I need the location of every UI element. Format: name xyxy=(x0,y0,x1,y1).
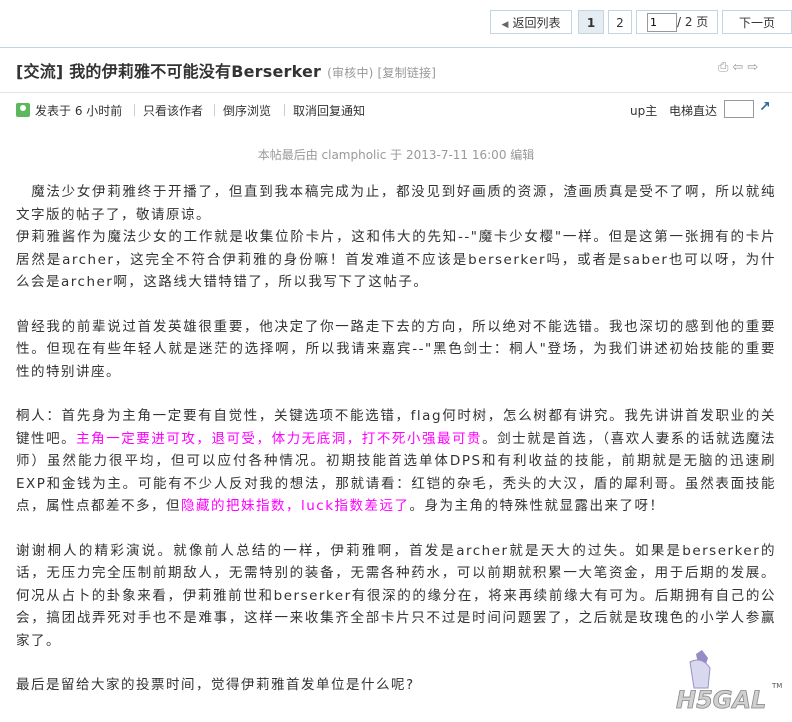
page-1-button[interactable]: 1 xyxy=(578,10,604,34)
post-time: 发表于 6 小时前 xyxy=(35,104,123,118)
status-badge: (审核中) xyxy=(327,66,374,80)
copy-link[interactable]: [复制链接] xyxy=(378,66,437,80)
author-bar: 发表于 6 小时前 只看该作者 倒序浏览 取消回复通知 up主 电梯直达 ↗ xyxy=(16,99,776,119)
watermark-text: H5GAL xyxy=(676,686,766,714)
divider xyxy=(214,104,215,116)
pagination-bar: ◀返回列表 1 2 / 2 页 下一页 xyxy=(0,10,792,36)
title-tools: ⎙ ⇦ ⇨ xyxy=(718,60,762,75)
page-total: / 2 页 xyxy=(677,15,709,29)
up-badge: up主 xyxy=(630,104,658,118)
paragraph: 曾经我的前辈说过首发英雄很重要，他决定了你一路走下去的方向，所以绝对不能选错。我… xyxy=(16,318,776,380)
online-user-icon xyxy=(16,103,30,117)
print-icon[interactable]: ⎙ xyxy=(718,60,728,75)
next-thread-icon[interactable]: ⇨ xyxy=(747,60,758,75)
divider xyxy=(0,47,792,48)
elevator-input[interactable] xyxy=(724,100,754,118)
cancel-notify-link[interactable]: 取消回复通知 xyxy=(293,102,365,119)
paragraph: 谢谢桐人的精彩演说。就像前人总结的一样，伊莉雅啊，首发是archer就是天大的过… xyxy=(16,542,776,649)
divider xyxy=(0,92,792,93)
reverse-order-link[interactable]: 倒序浏览 xyxy=(223,102,271,119)
divider xyxy=(134,104,135,116)
post-body: 魔法少女伊莉雅终于开播了，但直到我本稿完成为止，都没见到好画质的资源，渣画质真是… xyxy=(16,181,776,697)
back-arrow-icon: ◀ xyxy=(501,20,509,30)
page-jump-input[interactable] xyxy=(647,13,677,32)
back-to-list-button[interactable]: ◀ 返回列表 xyxy=(490,10,572,34)
paragraph: 魔法少女伊莉雅终于开播了，但直到我本稿完成为止，都没见到好画质的资源，渣画质真是… xyxy=(16,184,776,223)
paragraph: 伊莉雅酱作为魔法少女的工作就是收集位阶卡片，这和伟大的先知--"魔卡少女樱"一样… xyxy=(16,229,776,290)
go-arrow-icon[interactable]: ↗ xyxy=(759,99,771,115)
paragraph: 。身为主角的特殊性就显露出来了呀！ xyxy=(409,498,665,514)
highlight-text: 主角一定要进可攻，退可受，体力无底洞，打不死小强最可贵 xyxy=(76,430,483,447)
next-page-button[interactable]: 下一页 xyxy=(722,10,792,34)
page-jump: / 2 页 xyxy=(636,10,718,34)
h5gal-watermark-logo: H5GAL TM xyxy=(676,650,782,714)
page-2-button[interactable]: 2 xyxy=(608,10,632,34)
only-author-link[interactable]: 只看该作者 xyxy=(143,102,203,119)
prev-thread-icon[interactable]: ⇦ xyxy=(732,60,743,75)
elevator-label: 电梯直达 xyxy=(669,104,718,118)
edit-note: 本帖最后由 clampholic 于 2013-7-11 16:00 编辑 xyxy=(257,148,535,162)
divider xyxy=(284,104,285,116)
paragraph: 最后是留给大家的投票时间，觉得伊莉雅首发单位是什么呢? xyxy=(16,677,415,693)
watermark-tm: TM xyxy=(771,682,782,690)
thread-title: [交流] 我的伊莉雅不可能没有Berserker (审核中) [复制链接] xyxy=(16,62,437,81)
highlight-text: 隐藏的把妹指数，luck指数差远了 xyxy=(181,498,410,514)
